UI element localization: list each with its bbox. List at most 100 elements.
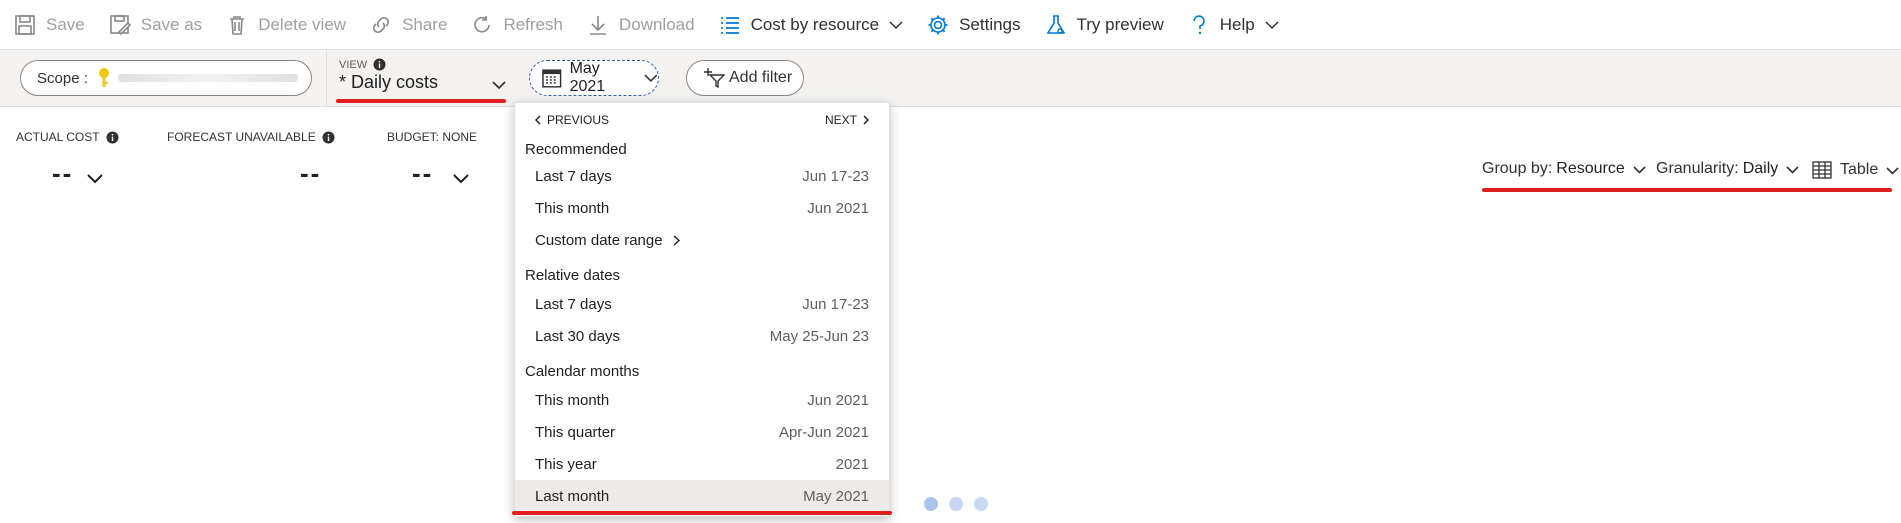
loading-dot xyxy=(974,497,988,511)
group-by-label: Group by: xyxy=(1482,160,1553,177)
menu-item-label: Last 7 days xyxy=(535,167,612,185)
custom-date-range-item[interactable]: Custom date range xyxy=(515,224,889,256)
menu-item-value: Jun 2021 xyxy=(807,391,869,409)
menu-item-label: Last month xyxy=(535,487,610,505)
chevron-down-icon[interactable] xyxy=(452,170,470,188)
question-icon xyxy=(1192,14,1205,34)
view-selector[interactable]: VIEW * Daily costs xyxy=(339,58,509,93)
menu-item-value: Jun 17-23 xyxy=(802,295,869,313)
help-button[interactable]: Help xyxy=(1188,10,1279,40)
save-as-icon xyxy=(109,14,131,35)
budget-label-row: BUDGET: NONE xyxy=(387,130,477,144)
menu-item-label: This month xyxy=(535,391,610,409)
save-label: Save xyxy=(46,14,85,34)
info-icon[interactable] xyxy=(373,58,386,71)
section-heading: Recommended xyxy=(525,141,627,158)
delete-view-button[interactable]: Delete view xyxy=(226,10,346,40)
menu-item-label: Last 30 days xyxy=(535,327,621,345)
date-nav: PREVIOUS NEXT xyxy=(533,113,871,127)
download-label: Download xyxy=(618,14,695,34)
chevron-down-icon[interactable] xyxy=(492,78,506,92)
view-label: VIEW xyxy=(339,58,368,71)
save-icon xyxy=(15,14,35,35)
menu-item[interactable]: This quarter Apr-Jun 2021 xyxy=(515,416,889,448)
menu-item-value: May 2021 xyxy=(803,487,869,505)
command-bar: Save Save as Delete view Share Refresh D… xyxy=(0,0,1901,49)
date-range-menu: PREVIOUS NEXT Recommended Last 7 days Ju… xyxy=(514,102,890,517)
menu-item-label: Custom date range xyxy=(535,231,663,249)
chevron-down-icon xyxy=(644,74,658,83)
chevron-down-icon[interactable] xyxy=(86,170,104,188)
menu-item-value: Jun 17-23 xyxy=(802,167,869,185)
group-by-value: Resource xyxy=(1556,160,1625,177)
next-button[interactable]: NEXT xyxy=(825,113,871,127)
menu-item[interactable]: This month Jun 2021 xyxy=(515,192,889,224)
info-icon[interactable] xyxy=(322,131,335,144)
scope-pill[interactable]: Scope : xyxy=(20,60,312,96)
section-heading: Calendar months xyxy=(525,363,640,380)
menu-item[interactable]: Last 7 days Jun 17-23 xyxy=(515,288,889,320)
settings-button[interactable]: Settings xyxy=(927,10,1021,40)
download-button[interactable]: Download xyxy=(587,10,695,40)
previous-label: PREVIOUS xyxy=(547,113,610,127)
chevron-left-icon xyxy=(535,115,541,125)
actual-cost-label-row: ACTUAL COST xyxy=(16,130,119,144)
view-value: * Daily costs xyxy=(339,72,439,92)
actual-cost-value: -- xyxy=(52,158,74,188)
chevron-right-icon xyxy=(863,115,869,125)
refresh-button[interactable]: Refresh xyxy=(471,10,563,40)
last-month-highlight-underline xyxy=(512,511,892,515)
save-as-label: Save as xyxy=(140,14,203,34)
scope-label: Scope : xyxy=(37,69,88,87)
view-label-row: VIEW xyxy=(339,58,509,71)
info-icon[interactable] xyxy=(106,131,119,144)
menu-item-label: This year xyxy=(535,455,597,473)
add-filter-button[interactable]: Add filter xyxy=(686,60,804,96)
cost-by-resource-label: Cost by resource xyxy=(750,14,880,34)
delete-view-label: Delete view xyxy=(258,14,347,34)
divider xyxy=(326,50,327,106)
save-button[interactable]: Save xyxy=(14,10,85,40)
menu-item[interactable]: This month Jun 2021 xyxy=(515,384,889,416)
calendar-icon xyxy=(542,69,562,88)
chart-type-dropdown[interactable]: Table xyxy=(1812,160,1899,180)
share-icon xyxy=(373,16,390,33)
menu-item-label: Last 7 days xyxy=(535,295,612,313)
chevron-down-icon xyxy=(1786,165,1799,174)
chart-type-value: Table xyxy=(1840,161,1879,178)
try-preview-label: Try preview xyxy=(1076,14,1164,34)
share-button[interactable]: Share xyxy=(370,10,447,40)
forecast-value: -- xyxy=(300,158,322,188)
group-by-dropdown[interactable]: Group by: Resource xyxy=(1482,160,1646,178)
add-filter-icon xyxy=(704,68,725,89)
date-range-button[interactable]: May 2021 xyxy=(529,60,659,96)
chevron-down-icon xyxy=(1886,166,1899,175)
actual-cost-label: ACTUAL COST xyxy=(16,130,100,144)
table-icon xyxy=(1812,161,1832,179)
download-icon xyxy=(589,15,606,35)
settings-label: Settings xyxy=(959,14,1021,34)
custom-date-range-label-row: Custom date range xyxy=(535,232,682,249)
chevron-down-icon xyxy=(889,20,903,29)
menu-item[interactable]: Last 30 days May 25-Jun 23 xyxy=(515,320,889,352)
refresh-icon xyxy=(474,15,491,33)
previous-button[interactable]: PREVIOUS xyxy=(533,113,609,127)
chevron-down-icon xyxy=(1633,165,1646,174)
share-label: Share xyxy=(402,14,448,34)
menu-item-label: This month xyxy=(535,199,610,217)
budget-value: -- xyxy=(412,158,434,188)
trash-icon xyxy=(230,15,245,35)
help-label: Help xyxy=(1219,14,1255,34)
save-as-button[interactable]: Save as xyxy=(109,10,202,40)
menu-item-value: Jun 2021 xyxy=(807,199,869,217)
key-icon xyxy=(98,68,109,87)
menu-item[interactable]: This year 2021 xyxy=(515,448,889,480)
try-preview-button[interactable]: Try preview xyxy=(1045,10,1164,40)
loading-dot xyxy=(924,497,938,511)
view-highlight-underline xyxy=(336,99,506,103)
cost-by-resource-button[interactable]: Cost by resource xyxy=(719,10,904,40)
menu-item[interactable]: Last 7 days Jun 17-23 xyxy=(515,160,889,192)
granularity-dropdown[interactable]: Granularity: Daily xyxy=(1656,160,1799,178)
forecast-label-row: FORECAST UNAVAILABLE xyxy=(167,130,335,144)
menu-item-selected[interactable]: Last month May 2021 xyxy=(515,480,889,512)
